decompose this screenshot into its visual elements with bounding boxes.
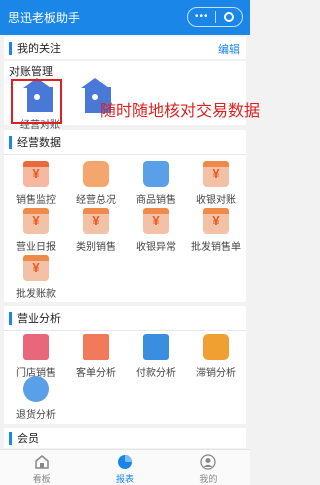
receipt-icon [83,334,109,360]
grid-icon [83,161,109,187]
item-label: 滞销分析 [196,368,236,379]
tab-dashboard[interactable]: 看板 [0,450,83,485]
dashboard-icon [34,454,50,470]
item-label: 退货分析 [16,410,56,421]
edit-favorites-button[interactable]: 编辑 [218,41,240,57]
tab-label: 看板 [32,474,51,484]
money-icon [23,208,49,234]
money-icon [143,208,169,234]
tab-profile[interactable]: 我的 [167,450,250,485]
item-label: 批发销售单 [191,242,241,253]
payment-analysis-item[interactable]: 付款分析 [126,330,186,382]
section-accent-bar [9,311,12,325]
wholesale-account-item[interactable]: 批发账款 [6,251,66,303]
box-icon [203,334,229,360]
wholesale-order-item[interactable]: 批发销售单 [186,204,246,256]
tab-label: 我的 [199,474,218,484]
pie-chart-icon [117,454,133,470]
tab-reports[interactable]: 报表 [83,450,166,485]
annotation-text: 随时随地核对交易数据 [100,101,261,120]
section-accent-bar [9,135,12,149]
section-accent-bar [9,431,12,445]
close-button[interactable] [216,12,242,22]
highlight-box [11,79,62,124]
favorites-section: 我的关注 编辑 [4,37,246,59]
business-data-section: 经营数据 销售监控 经营总况 商品销售 收银对账 营业日报 类别销售 收银异常 … [4,130,246,302]
daily-report-item[interactable]: 营业日报 [6,204,66,256]
favorites-header: 我的关注 编辑 [4,37,246,59]
item-label: 批发账款 [16,289,56,300]
app-title: 思迅老板助手 [8,11,81,25]
return-analysis-item[interactable]: 退货分析 [6,372,66,424]
money-icon [203,208,229,234]
money-icon [203,161,229,187]
analysis-header: 营业分析 [4,306,246,330]
item-label: 类别销售 [76,242,116,253]
section-divider [4,154,246,155]
member-title: 会员 [17,433,39,445]
ledger-icon [143,334,169,360]
section-accent-bar [9,41,12,55]
store-front-icon [23,334,49,360]
favorites-title: 我的关注 [17,43,61,55]
monitor-icon [23,161,49,187]
return-icon [23,376,49,402]
cashier-reconcile-item[interactable]: 收银对账 [186,157,246,209]
item-label: 客单分析 [76,368,116,379]
reconcile-title: 对账管理 [9,66,53,78]
item-label: 收银异常 [136,242,176,253]
cart-icon [143,161,169,187]
tab-label: 报表 [115,474,134,484]
cashier-exception-item[interactable]: 收银异常 [126,204,186,256]
close-icon [224,12,235,22]
category-sales-item[interactable]: 类别销售 [66,204,126,256]
business-overview-item[interactable]: 经营总况 [66,157,126,209]
money-icon [23,255,49,281]
member-section: 会员 [4,428,246,448]
slow-moving-item[interactable]: 滞销分析 [186,330,246,382]
analysis-title: 营业分析 [17,313,61,325]
mini-program-capsule: ••• [187,7,243,27]
item-label: 付款分析 [136,368,176,379]
more-menu-button[interactable]: ••• [188,8,215,26]
member-header: 会员 [4,428,246,448]
product-sales-item[interactable]: 商品销售 [126,157,186,209]
title-bar: 思迅老板助手 ••• [0,0,250,35]
bottom-tab-bar: 看板 报表 我的 [0,449,250,485]
business-data-header: 经营数据 [4,130,246,154]
sales-monitor-item[interactable]: 销售监控 [6,157,66,209]
money-icon [83,208,109,234]
analysis-section: 营业分析 门店销售 客单分析 付款分析 滞销分析 退货分析 [4,306,246,424]
user-icon [200,454,216,470]
business-data-title: 经营数据 [17,137,61,149]
customer-order-item[interactable]: 客单分析 [66,330,126,382]
